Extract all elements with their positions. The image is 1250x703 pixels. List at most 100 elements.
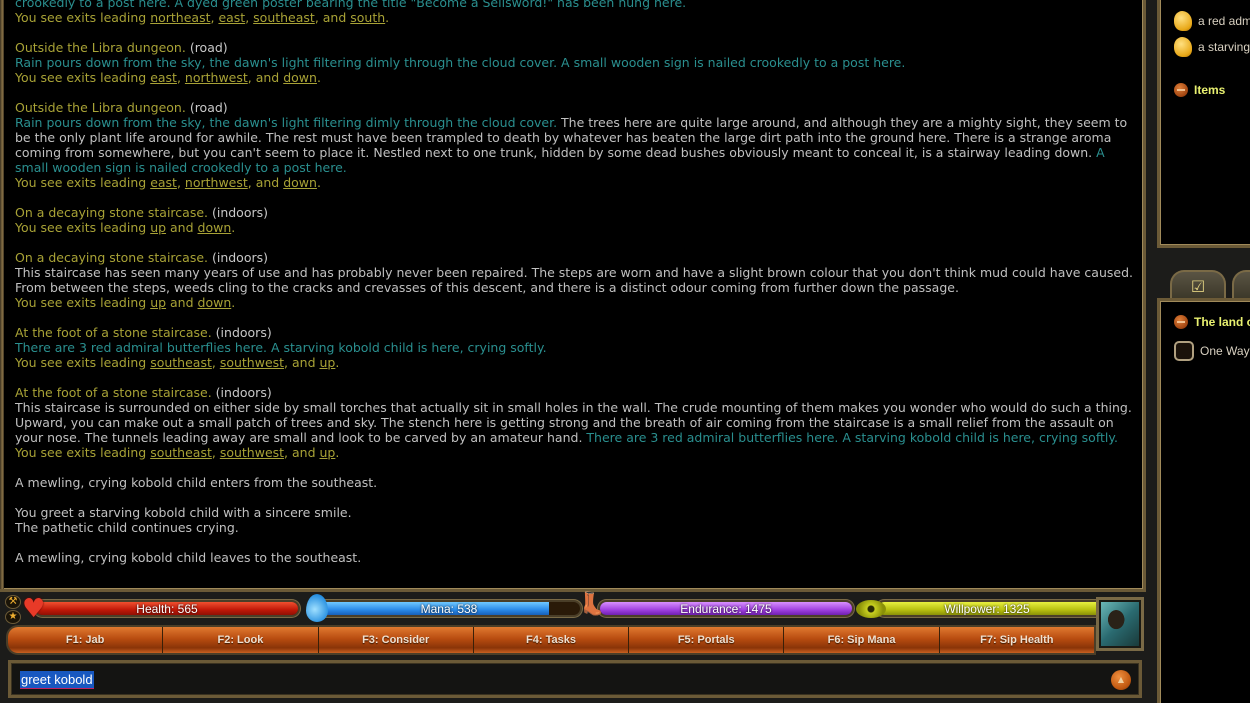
water-drop-icon <box>306 594 328 622</box>
mob-text: crookedly to a post here. A dyed green p… <box>15 0 687 10</box>
exit-link[interactable]: up <box>319 445 335 460</box>
exit-link[interactable]: up <box>150 295 166 310</box>
message-block: A mewling, crying kobold child leaves to… <box>15 550 1135 565</box>
exits-line: You see exits leading up and down. <box>15 295 1135 310</box>
exits-sep: . <box>316 70 321 85</box>
exit-link[interactable]: down <box>198 295 232 310</box>
exits-sep: , and <box>284 445 320 460</box>
exits-sep: . <box>335 445 340 460</box>
room-entity-item[interactable]: a red admiral butterfly <box>1174 11 1250 31</box>
avatar <box>1101 602 1139 646</box>
message-block: You greet a starving kobold child with a… <box>15 505 1135 535</box>
exit-link[interactable]: down <box>283 70 317 85</box>
checklist-icon: ☑ <box>1190 276 1206 296</box>
room-title-line: Outside the Libra dungeon. (road) <box>15 100 1135 115</box>
fkey-button[interactable]: F3: Consider <box>318 627 474 653</box>
exits-sep: , <box>211 445 220 460</box>
endurance-label: Endurance: 1475 <box>680 601 772 616</box>
exits-sep: , <box>176 175 185 190</box>
room-mob-text: There are 3 red admiral butterflies here… <box>15 340 547 355</box>
room-title-line: On a decaying stone staircase. (indoors) <box>15 205 1135 220</box>
exits-line: You see exits leading east, northwest, a… <box>15 175 1135 190</box>
exits-prefix: You see exits leading <box>15 10 151 25</box>
exit-link[interactable]: southeast <box>150 445 212 460</box>
room-title-line: Outside the Libra dungeon. (road) <box>15 40 1135 55</box>
exits-prefix: You see exits leading <box>15 220 151 235</box>
exits-line: You see exits leading southeast, southwe… <box>15 445 1135 460</box>
command-input[interactable] <box>19 669 1079 689</box>
exit-link[interactable]: southeast <box>150 355 212 370</box>
exit-link[interactable]: down <box>198 220 232 235</box>
fkey-button[interactable]: F7: Sip Health <box>939 627 1094 653</box>
message-line: You greet a starving kobold child with a… <box>15 505 352 520</box>
exits-sep: . <box>385 10 390 25</box>
exit-link[interactable]: up <box>150 220 166 235</box>
fkey-button[interactable]: F2: Look <box>163 627 319 653</box>
command-input-frame: greet kobold ▲ <box>8 660 1142 698</box>
exit-link[interactable]: south <box>350 10 385 25</box>
side-tabs: ☑ <box>1170 270 1250 300</box>
room-title: Outside the Libra dungeon. <box>15 40 190 55</box>
exit-link[interactable]: east <box>218 10 245 25</box>
exits-sep: and <box>166 295 198 310</box>
exits-sep: , and <box>314 10 351 25</box>
room-desc-text: This staircase has seen many years of us… <box>15 265 1133 295</box>
heart-icon: ♥ <box>22 594 46 624</box>
room-block: At the foot of a stone staircase. (indoo… <box>15 385 1135 460</box>
exit-link[interactable]: southwest <box>220 355 284 370</box>
quest-item-label: One Way <box>1200 344 1250 358</box>
exit-link[interactable]: southwest <box>220 445 284 460</box>
room-description: There are 3 red admiral butterflies here… <box>15 340 1135 355</box>
exits-prefix: You see exits leading <box>15 70 151 85</box>
room-mob-text: There are 3 red admiral butterflies here… <box>582 430 1118 445</box>
quest-panel: The land of Libra One Way <box>1157 298 1250 703</box>
message-line: A mewling, crying kobold child leaves to… <box>15 550 362 565</box>
exit-link[interactable]: southeast <box>253 10 315 25</box>
room-block: Outside the Libra dungeon. (road) Rain po… <box>15 40 1135 85</box>
tab-next[interactable] <box>1232 270 1250 300</box>
quest-checkbox[interactable] <box>1174 341 1194 361</box>
fkey-button[interactable]: F6: Sip Mana <box>784 627 940 653</box>
exit-link[interactable]: northeast <box>150 10 210 25</box>
exits-sep: , <box>176 70 185 85</box>
exits-sep: , and <box>247 175 284 190</box>
exits-line: You see exits leading southeast, southwe… <box>15 355 1135 370</box>
exits-prefix: You see exits leading <box>15 295 151 310</box>
creature-head-icon <box>1174 11 1192 31</box>
collapse-icon[interactable] <box>1174 83 1188 97</box>
tab-quests[interactable]: ☑ <box>1170 270 1226 300</box>
exit-link[interactable]: east <box>150 175 177 190</box>
room-title: At the foot of a stone staircase. <box>15 385 216 400</box>
fkey-button[interactable]: F4: Tasks <box>473 627 630 653</box>
exit-link[interactable]: down <box>283 175 317 190</box>
exits-line: You see exits leading up and down. <box>15 220 1135 235</box>
send-button[interactable]: ▲ <box>1111 670 1131 690</box>
endurance-bar: Endurance: 1475 <box>598 600 854 617</box>
character-portrait[interactable] <box>1096 597 1144 651</box>
exits-line: You see exits leading east, northwest, a… <box>15 70 1135 85</box>
quest-item[interactable]: One Way <box>1174 341 1250 361</box>
exit-link[interactable]: up <box>319 355 335 370</box>
exits-sep: , and <box>247 70 284 85</box>
quest-section-header[interactable]: The land of Libra <box>1174 315 1250 329</box>
room-title: At the foot of a stone staircase. <box>15 325 216 340</box>
room-environment: (indoors) <box>211 250 268 265</box>
health-label: Health: 565 <box>136 601 198 616</box>
exit-link[interactable]: northwest <box>185 70 248 85</box>
exit-link[interactable]: east <box>150 70 177 85</box>
items-section-header[interactable]: Items <box>1174 83 1225 97</box>
exit-link[interactable]: northwest <box>185 175 248 190</box>
room-environment: (road) <box>189 100 228 115</box>
mob-line: crookedly to a post here. A dyed green p… <box>15 0 1135 10</box>
game-output-pane[interactable]: crookedly to a post here. A dyed green p… <box>0 0 1146 592</box>
room-entity-item[interactable]: a starving kobold child <box>1174 37 1250 57</box>
fkey-button[interactable]: F5: Portals <box>629 627 785 653</box>
room-description: Rain pours down from the sky, the dawn's… <box>15 55 1135 70</box>
function-key-bar: F1: Jab F2: Look F3: Consider F4: Tasks F5: … <box>8 627 1094 653</box>
collapse-icon[interactable] <box>1174 315 1188 329</box>
exits-sep: . <box>335 355 340 370</box>
message-block: A mewling, crying kobold child enters fr… <box>15 475 1135 490</box>
exits-sep: , <box>245 10 254 25</box>
fkey-button[interactable]: F1: Jab <box>8 627 164 653</box>
message-line: A mewling, crying kobold child enters fr… <box>15 475 378 490</box>
